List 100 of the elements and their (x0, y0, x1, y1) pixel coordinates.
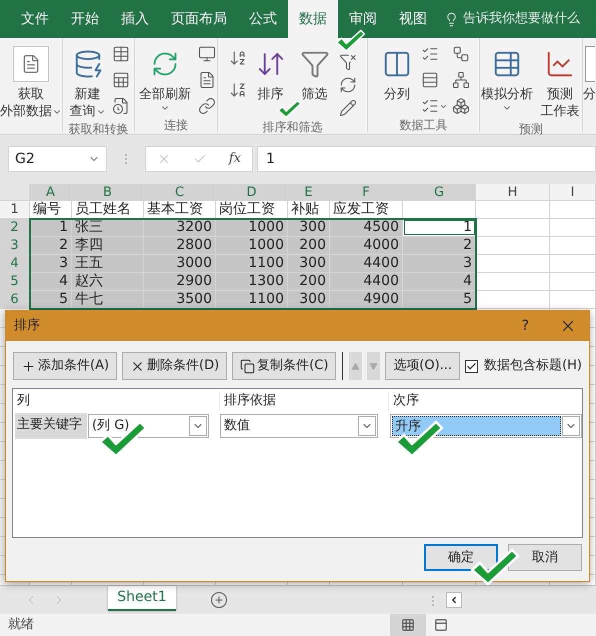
dropdown-field[interactable]: 数值 (220, 414, 378, 438)
column-header[interactable]: D (216, 184, 288, 200)
ribbon-tab[interactable]: 文件 (10, 0, 60, 38)
checkbox[interactable] (465, 360, 478, 372)
column-header[interactable]: H (476, 184, 550, 200)
table-cell: 应发工资 (330, 201, 403, 218)
scroll-left-button[interactable] (446, 592, 462, 608)
table-cell: 2 (30, 237, 72, 254)
ribbon-tab[interactable]: 开始 (60, 0, 110, 38)
reapply-icon[interactable] (338, 75, 356, 95)
dropdown-field[interactable]: (列 G) (88, 414, 209, 438)
table-cell: 赵六 (72, 273, 144, 290)
table-cell: 4400 (330, 255, 403, 272)
toolbar-button[interactable]: 删除条件(D) (122, 352, 228, 380)
table-cell: 4000 (330, 237, 403, 254)
table-icon[interactable] (112, 44, 130, 64)
table-cell: 2 (403, 237, 476, 254)
ribbon-button[interactable]: 分 (583, 38, 596, 103)
clear-filter-icon[interactable] (338, 52, 356, 72)
column-header[interactable]: A (30, 184, 72, 200)
toolbar-button[interactable]: 添加条件(A) (13, 352, 118, 380)
column-header[interactable]: C (144, 184, 216, 200)
ribbon-tab[interactable]: 公式 (238, 0, 288, 38)
column-heading: 排序依据 (220, 390, 389, 411)
header-checkbox[interactable]: 数据包含标题(H) (465, 356, 582, 376)
table-cell: 5 (30, 291, 72, 308)
table-cell: 4 (403, 273, 476, 290)
ribbon-button[interactable]: 筛选 (294, 38, 334, 103)
add-sheet-icon[interactable] (210, 591, 228, 609)
help-button[interactable]: ? (522, 316, 529, 336)
dropdown-field[interactable]: 升序 (390, 414, 582, 438)
column-header[interactable]: F (330, 184, 403, 200)
link-icon[interactable] (198, 96, 216, 116)
cube-icon[interactable] (452, 96, 470, 116)
sheet-tab[interactable]: Sheet1 (108, 586, 176, 611)
ribbon-button[interactable]: 分列 (377, 38, 417, 103)
dropdown-arrow-button[interactable] (358, 416, 376, 436)
ribbon-tab[interactable]: 审阅 (338, 0, 388, 38)
dropdown-arrow-button[interactable] (189, 416, 207, 436)
ribbon-tab[interactable]: 插入 (110, 0, 160, 38)
tell-me-field[interactable]: 告诉我你想要做什么 (444, 0, 580, 38)
ribbon-tab[interactable]: 页面布局 (160, 0, 238, 38)
grid-icon[interactable] (112, 70, 130, 90)
flow-icon[interactable] (452, 44, 470, 64)
plus-icon (21, 358, 36, 374)
table-cell: 王五 (72, 255, 144, 272)
network-icon[interactable] (452, 70, 470, 90)
table-cell: 5 (403, 291, 476, 308)
ribbon-button[interactable]: 排序 (250, 38, 290, 103)
column-header[interactable]: G (403, 184, 476, 200)
toolbar-button[interactable]: 复制条件(C) (232, 352, 336, 380)
table-cell: 基本工资 (144, 201, 216, 218)
table-cell: 300 (288, 255, 330, 272)
table-cell: 补贴 (288, 201, 330, 218)
column-header[interactable]: E (288, 184, 330, 200)
name-box[interactable]: G2 (8, 146, 107, 172)
clock-document-icon[interactable] (112, 96, 130, 116)
group-label: 连接 (164, 117, 188, 134)
ribbon-button[interactable]: 模拟分析 (480, 38, 534, 113)
ribbon-button[interactable]: 新建 查询 (68, 38, 108, 120)
ribbon-tab[interactable]: 数据 (288, 0, 338, 38)
chart-icon (545, 49, 575, 79)
table-cell: 1 (30, 219, 72, 236)
dialog-title: 排序 (14, 317, 40, 336)
table-cell: 3200 (144, 219, 216, 236)
table-cell: 300 (288, 291, 330, 308)
group-label: 预测 (519, 121, 543, 138)
toolbar-button[interactable]: 选项(O)... (385, 352, 460, 380)
page-icon (434, 618, 448, 632)
row-header[interactable]: 6 (0, 291, 30, 308)
ribbon-button[interactable]: 获取 外部数据 (1, 38, 61, 120)
table-cell: 1000 (216, 237, 288, 254)
column-header[interactable]: B (72, 184, 144, 200)
row-header[interactable]: 4 (0, 255, 30, 272)
row-header[interactable]: 5 (0, 273, 30, 290)
table-cell: 1100 (216, 291, 288, 308)
copy-icon (240, 358, 256, 374)
insert-function-button[interactable]: fx (228, 149, 241, 169)
monitor-icon[interactable] (198, 44, 216, 64)
column-header[interactable]: I (550, 184, 596, 200)
ribbon-button[interactable]: 全部刷新 (136, 38, 194, 113)
row-header[interactable]: 2 (0, 219, 30, 236)
ribbon-tab[interactable]: 视图 (388, 0, 438, 38)
table-cell: 4500 (330, 219, 403, 236)
ribbon-button[interactable]: 预测 工作表 (538, 38, 582, 120)
what-if-icon (492, 49, 522, 79)
level-label: 主要关键字 (15, 413, 87, 439)
table-cell: 1300 (216, 273, 288, 290)
dialog-button[interactable]: 确定 (424, 544, 498, 571)
normal-view-button[interactable] (390, 614, 426, 636)
formula-field[interactable]: 1 (257, 146, 596, 172)
group-label: 获取和转换 (68, 121, 128, 138)
row-header[interactable]: 1 (0, 201, 30, 218)
pencil-icon[interactable] (338, 98, 356, 118)
row-header[interactable]: 3 (0, 237, 30, 254)
document-icon (21, 54, 41, 74)
dialog-button[interactable]: 取消 (508, 544, 582, 571)
dropdown-arrow-button[interactable] (562, 416, 580, 436)
document-icon[interactable] (198, 70, 216, 90)
group-label: 排序和筛选 (262, 119, 322, 136)
